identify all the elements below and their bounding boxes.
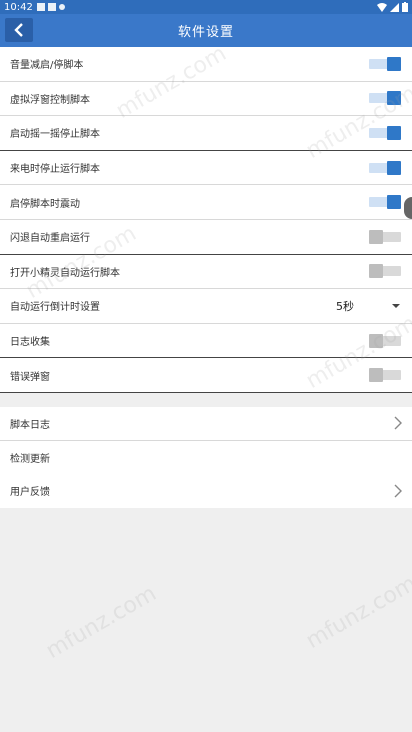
link-feedback[interactable]: 用户反馈 — [0, 474, 412, 508]
link-script-log[interactable]: 脚本日志 — [0, 407, 412, 441]
toggle-switch[interactable] — [369, 368, 401, 383]
toggle-switch[interactable] — [369, 333, 401, 348]
setting-label: 虚拟浮窗控制脚本 — [10, 94, 90, 106]
toggle-switch[interactable] — [369, 160, 401, 175]
grid-icon — [47, 3, 56, 11]
toggle-switch[interactable] — [369, 264, 401, 279]
dot-icon — [58, 4, 65, 10]
setting-row-countdown[interactable]: 自动运行倒计时设置 5秒 — [0, 289, 412, 324]
setting-label: 错误弹窗 — [10, 371, 50, 383]
setting-row-volume[interactable]: 音量减启/停脚本 — [0, 47, 412, 82]
setting-row-crash-restart[interactable]: 闪退自动重启运行 — [0, 220, 412, 255]
watermark: mfunz.com — [301, 571, 412, 654]
setting-label: 闪退自动重启运行 — [10, 233, 90, 245]
setting-row-floating-window[interactable]: 虚拟浮窗控制脚本 — [0, 82, 412, 117]
setting-label: 打开小精灵自动运行脚本 — [10, 267, 120, 279]
setting-label: 日志收集 — [10, 337, 50, 349]
setting-label: 启停脚本时震动 — [10, 198, 80, 210]
link-label: 检测更新 — [10, 453, 50, 465]
toggle-switch[interactable] — [369, 125, 401, 140]
battery-icon — [402, 2, 408, 12]
chevron-left-icon — [14, 23, 23, 37]
setting-label: 启动摇一摇停止脚本 — [10, 129, 100, 141]
notification-icons — [36, 3, 65, 11]
setting-label: 音量减启/停脚本 — [10, 60, 84, 72]
settings-group: 音量减启/停脚本 虚拟浮窗控制脚本 启动摇一摇停止脚本 来电时停止运行脚本 启停… — [0, 47, 412, 393]
setting-row-auto-run[interactable]: 打开小精灵自动运行脚本 — [0, 255, 412, 290]
links-group: 脚本日志 检测更新 用户反馈 — [0, 407, 412, 508]
app-bar: 软件设置 — [0, 14, 412, 47]
chevron-right-icon — [394, 484, 402, 498]
status-bar: 10:42 — [0, 0, 412, 14]
notification-icon — [36, 3, 45, 11]
page-title: 软件设置 — [177, 25, 234, 40]
countdown-value[interactable]: 5秒 — [336, 298, 354, 314]
setting-label: 自动运行倒计时设置 — [10, 302, 100, 314]
watermark: mfunz.com — [41, 581, 161, 664]
wifi-icon — [377, 2, 387, 12]
floating-handle[interactable] — [404, 197, 412, 219]
toggle-switch[interactable] — [369, 56, 401, 71]
caret-down-icon[interactable] — [392, 303, 400, 308]
link-check-update[interactable]: 检测更新 — [0, 441, 412, 475]
setting-row-log-collect[interactable]: 日志收集 — [0, 324, 412, 359]
status-left: 10:42 — [4, 2, 65, 13]
setting-row-error-popup[interactable]: 错误弹窗 — [0, 358, 412, 393]
status-time: 10:42 — [4, 1, 33, 13]
toggle-switch[interactable] — [369, 229, 401, 244]
link-label: 用户反馈 — [10, 487, 50, 499]
chevron-right-icon — [394, 416, 402, 430]
signal-icon — [390, 2, 399, 12]
setting-label: 来电时停止运行脚本 — [10, 164, 100, 176]
setting-row-shake-stop[interactable]: 启动摇一摇停止脚本 — [0, 116, 412, 151]
setting-row-vibrate[interactable]: 启停脚本时震动 — [0, 185, 412, 220]
setting-row-call-stop[interactable]: 来电时停止运行脚本 — [0, 151, 412, 186]
toggle-switch[interactable] — [369, 195, 401, 210]
toggle-switch[interactable] — [369, 91, 401, 106]
back-button[interactable] — [5, 18, 33, 42]
status-right — [377, 2, 408, 12]
link-label: 脚本日志 — [10, 419, 50, 431]
